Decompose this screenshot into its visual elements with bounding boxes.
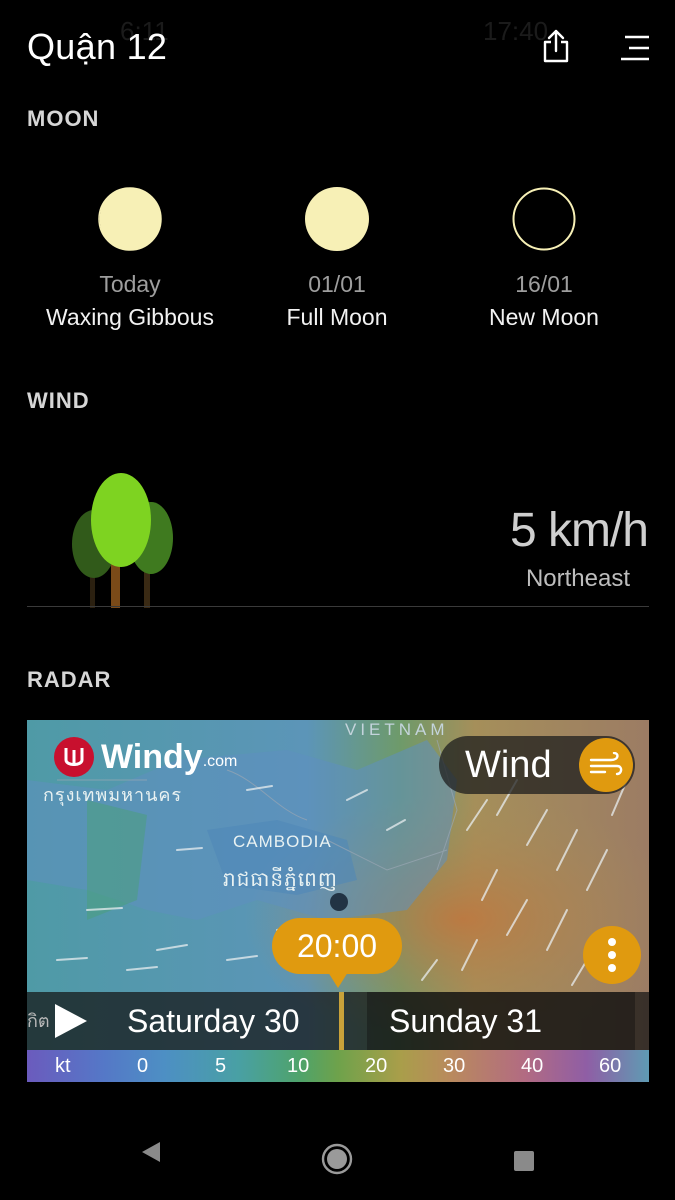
moon-phase-name: Full Moon [286, 304, 388, 330]
legend-value: 10 [287, 1054, 310, 1077]
wind-section-label: WIND [27, 388, 90, 413]
page-title: Quận 12 [27, 26, 168, 67]
legend-value: 60 [599, 1054, 622, 1077]
more-options-button[interactable] [583, 926, 641, 984]
moon-phase-today: Today Waxing Gibbous [20, 186, 240, 331]
map-label-vietnam: VIETNAM [345, 720, 449, 739]
menu-icon [621, 35, 649, 61]
moon-phase-name: Waxing Gibbous [46, 304, 214, 330]
time-indicator[interactable]: 20:00 [272, 918, 402, 988]
nav-recents-button[interactable] [513, 1150, 535, 1177]
moon-section-label: MOON [27, 106, 100, 131]
moon-phase-new: 16/01 New Moon [434, 186, 654, 331]
wind-layer-icon [579, 738, 633, 792]
timeline-cursor[interactable] [339, 992, 344, 1050]
share-button[interactable] [536, 26, 576, 66]
legend-value: 0 [137, 1054, 149, 1077]
timeline-day-saturday[interactable]: Saturday 30 [127, 1003, 300, 1040]
wind-speed: 5 km/h [509, 504, 649, 557]
legend-value: 20 [365, 1054, 388, 1077]
map-label-cambodia: CAMBODIA [233, 832, 332, 851]
map-label-phnom-penh: រាជធានីភ្នំពេញ [223, 869, 338, 891]
legend-value: 30 [443, 1054, 466, 1077]
legend-value: 40 [521, 1054, 544, 1077]
moon-date: Today [99, 271, 161, 297]
moon-date: 01/01 [308, 271, 366, 297]
windy-logo-icon [54, 737, 94, 777]
windy-brand-suffix: .com [202, 753, 238, 770]
moon-phase-name: New Moon [489, 304, 599, 330]
map-label-bangkok: กรุงเทพมหานคร [43, 785, 183, 805]
recents-icon [514, 1151, 534, 1171]
timeline-day-sunday[interactable]: Sunday 31 [389, 1003, 542, 1040]
play-icon [55, 1004, 87, 1038]
radar-map[interactable]: Windy .com กรุงเทพมหานคร VIETNAM CAMBODI… [27, 720, 649, 1082]
radar-section-label: RADAR [27, 667, 112, 692]
layer-selector-button[interactable]: Wind [439, 736, 635, 794]
legend-unit: kt [55, 1054, 71, 1077]
menu-button[interactable] [615, 28, 655, 68]
timeline-partial-label: กิต [27, 1011, 50, 1031]
nav-home-button[interactable] [321, 1143, 353, 1180]
windy-brand[interactable]: Windy .com [53, 736, 237, 778]
wind-speed-legend: kt 0 5 10 20 30 40 60 [27, 1050, 649, 1082]
nav-back-button[interactable] [140, 1140, 162, 1169]
windy-brand-name: Windy [101, 737, 203, 776]
new-moon-icon [512, 187, 576, 251]
moon-date: 16/01 [515, 271, 573, 297]
timeline-bar[interactable]: กิต Saturday 30 Sunday 31 [27, 992, 649, 1050]
trees-illustration [72, 473, 173, 608]
wind-divider [27, 606, 649, 607]
home-icon [321, 1143, 353, 1175]
back-icon [142, 1142, 160, 1162]
share-icon [543, 29, 569, 63]
play-button[interactable] [53, 1002, 89, 1045]
moon-phase-full: 01/01 Full Moon [227, 186, 447, 331]
wind-direction: Northeast [525, 565, 630, 592]
legend-value: 5 [215, 1054, 227, 1077]
full-moon-icon [305, 187, 369, 251]
waxing-gibbous-moon-icon [95, 187, 162, 251]
layer-label: Wind [465, 743, 552, 786]
